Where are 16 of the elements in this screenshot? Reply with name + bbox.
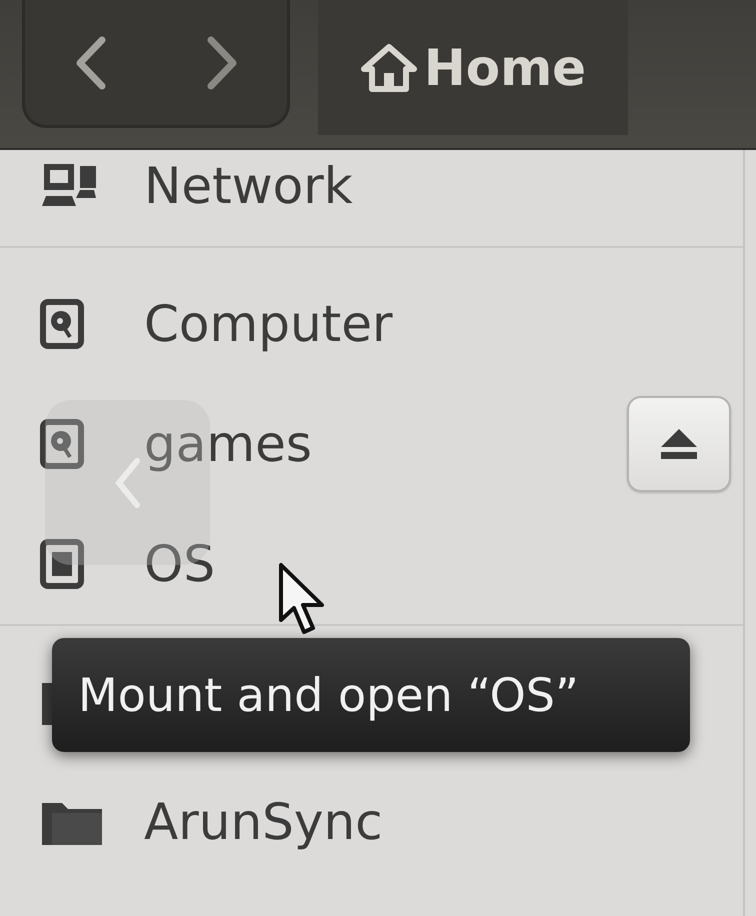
forward-button[interactable] (204, 36, 238, 90)
hard-drive-icon (40, 419, 84, 469)
sidebar-item[interactable]: ArunSync (144, 793, 383, 851)
path-button[interactable]: Home (318, 0, 628, 135)
eject-button[interactable] (627, 396, 731, 492)
eject-icon (661, 429, 697, 459)
sidebar-item[interactable]: games (144, 415, 312, 473)
chip-icon (40, 539, 84, 589)
hard-drive-icon (40, 299, 84, 349)
home-icon (360, 42, 418, 92)
tooltip: Mount and open “OS” (52, 638, 690, 752)
sidebar-item[interactable]: OS (144, 535, 216, 593)
sidebar-item[interactable]: Computer (144, 295, 393, 353)
sidebar-item[interactable]: Network (144, 157, 353, 215)
back-button[interactable] (74, 36, 108, 90)
sidebar-row[interactable]: OS (0, 504, 743, 624)
